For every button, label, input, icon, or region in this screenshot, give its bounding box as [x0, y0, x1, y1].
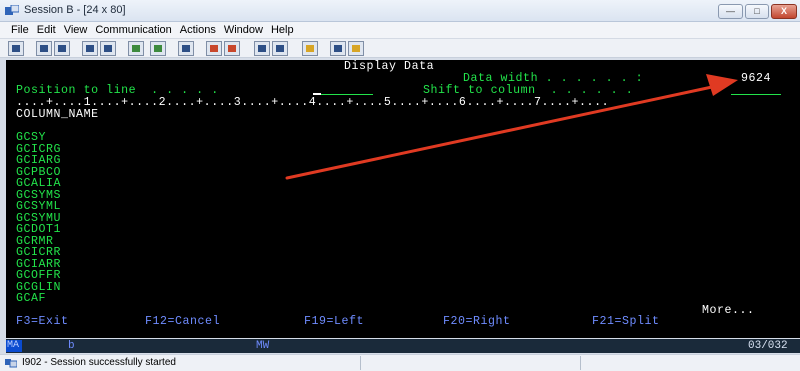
position-input[interactable]	[313, 84, 373, 95]
send-icon[interactable]	[82, 41, 98, 56]
globe-icon[interactable]	[330, 41, 346, 56]
color-icon[interactable]	[254, 41, 270, 56]
keyboard-icon[interactable]	[224, 41, 240, 56]
shift-input[interactable]	[731, 84, 781, 95]
menu-actions[interactable]: Actions	[177, 22, 221, 38]
column-ruler: ....+....1....+....2....+....3....+....4…	[16, 96, 610, 109]
minimize-button[interactable]: —	[718, 4, 743, 19]
column-header: COLUMN_NAME	[16, 108, 99, 121]
f21-split-key[interactable]: F21=Split	[592, 316, 660, 328]
menu-edit[interactable]: Edit	[34, 22, 61, 38]
app-icon	[5, 5, 19, 15]
record-icon[interactable]	[178, 41, 194, 56]
help-icon[interactable]	[272, 41, 288, 56]
menu-bar: File Edit View Communication Actions Win…	[0, 22, 800, 38]
status-bar: I902 - Session successfully started	[0, 354, 800, 371]
settings-icon[interactable]	[302, 41, 318, 56]
receive-icon[interactable]	[100, 41, 116, 56]
display-icon[interactable]	[128, 41, 144, 56]
cursor-position: 03/032	[748, 340, 788, 352]
maximize-button[interactable]: □	[745, 4, 769, 19]
macro-icon[interactable]	[150, 41, 166, 56]
more-indicator: More...	[702, 304, 755, 317]
toolbar	[0, 38, 800, 58]
menu-view[interactable]: View	[61, 22, 93, 38]
menu-window[interactable]: Window	[221, 22, 268, 38]
play-icon[interactable]	[206, 41, 222, 56]
menu-help[interactable]: Help	[268, 22, 299, 38]
window-title: Session B - [24 x 80]	[24, 4, 126, 16]
text-cursor	[313, 93, 321, 95]
screen-title: Display Data	[344, 60, 435, 73]
quick-icon[interactable]	[348, 41, 364, 56]
print-icon[interactable]	[8, 41, 24, 56]
status-divider	[580, 356, 581, 370]
f19-left-key[interactable]: F19=Left	[304, 316, 364, 328]
menu-file[interactable]: File	[8, 22, 34, 38]
data-row: GCAF	[16, 292, 47, 305]
terminal-screen[interactable]: Display Data Data width . . . . . . : 96…	[6, 60, 800, 338]
f12-cancel-key[interactable]: F12=Cancel	[145, 316, 220, 328]
session-status-icon	[5, 359, 17, 368]
f20-right-key[interactable]: F20=Right	[443, 316, 511, 328]
f3-exit-key[interactable]: F3=Exit	[16, 316, 69, 328]
status-divider	[360, 356, 361, 370]
oia-bar: MA b MW 03/032	[6, 339, 800, 353]
paste-icon[interactable]	[54, 41, 70, 56]
menu-communication[interactable]: Communication	[92, 22, 176, 38]
session-indicator: b	[68, 340, 75, 352]
title-bar: Session B - [24 x 80] — □ X	[0, 0, 800, 22]
ma-indicator: MA	[6, 340, 22, 352]
copy-icon[interactable]	[36, 41, 52, 56]
message-waiting-indicator: MW	[256, 340, 270, 352]
status-message: I902 - Session successfully started	[22, 357, 176, 368]
close-button[interactable]: X	[771, 4, 797, 19]
